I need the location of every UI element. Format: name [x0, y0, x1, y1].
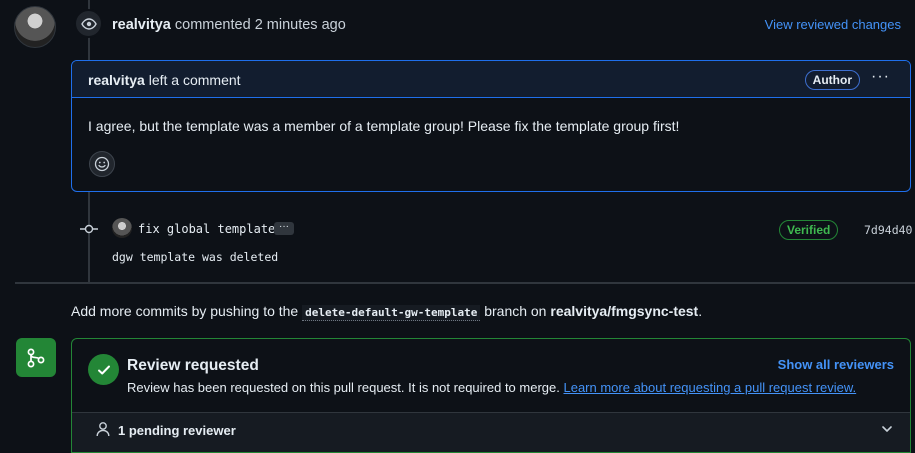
comment-body: I agree, but the template was a member o…	[88, 118, 680, 134]
git-commit-icon	[80, 222, 98, 238]
git-merge-icon	[16, 338, 56, 377]
review-description: Review has been requested on this pull r…	[127, 380, 856, 395]
verified-badge[interactable]: Verified	[779, 220, 839, 240]
timeline-divider	[15, 282, 915, 284]
branch-name[interactable]: delete-default-gw-template	[302, 305, 481, 321]
author-badge: Author	[804, 70, 860, 90]
review-status-box: Review requested Show all reviewers Revi…	[71, 338, 911, 453]
comment-options-button[interactable]: ···	[871, 68, 890, 86]
commit-expand-button[interactable]: ···	[274, 222, 294, 235]
review-event-header: realvitya commented 2 minutes ago	[112, 17, 346, 33]
comment-box: realvitya left a comment Author ··· I ag…	[71, 60, 911, 192]
add-commits-middle: branch on	[484, 303, 547, 319]
commit-description: dgw template was deleted	[112, 250, 279, 264]
add-commits-hint: Add more commits by pushing to the delet…	[71, 303, 703, 321]
smiley-icon	[94, 156, 110, 172]
comment-action: left a comment	[148, 72, 241, 88]
commit-title-link[interactable]: fix global template	[138, 222, 275, 236]
merge-connector-line	[71, 348, 72, 453]
commit-sha-link[interactable]: 7d94d40	[864, 223, 912, 237]
add-commits-prefix: Add more commits by pushing to the	[71, 303, 299, 319]
show-all-reviewers-link[interactable]: Show all reviewers	[778, 357, 894, 372]
repo-link[interactable]: realvitya/fmgsync-test	[550, 303, 698, 319]
check-icon	[88, 354, 119, 385]
comment-header: realvitya left a comment Author ···	[72, 61, 910, 98]
add-commits-suffix: .	[698, 303, 703, 319]
event-time[interactable]: 2 minutes ago	[255, 17, 346, 33]
eye-icon	[74, 9, 103, 38]
person-icon	[96, 421, 110, 440]
add-reaction-button[interactable]	[89, 151, 115, 177]
learn-more-link[interactable]: Learn more about requesting a pull reque…	[563, 380, 856, 395]
chevron-down-icon	[880, 422, 894, 439]
pending-reviewers-toggle[interactable]: 1 pending reviewer	[72, 412, 910, 452]
comment-author-line: realvitya left a comment	[88, 72, 241, 88]
review-requested-title: Review requested	[127, 357, 259, 374]
pending-reviewer-count: 1 pending reviewer	[118, 423, 236, 438]
avatar[interactable]	[14, 6, 56, 48]
event-action: commented	[174, 17, 251, 33]
view-reviewed-changes-link[interactable]: View reviewed changes	[765, 17, 901, 32]
commit-author-avatar[interactable]	[112, 218, 132, 238]
comment-author-name[interactable]: realvitya	[88, 72, 145, 88]
review-description-text: Review has been requested on this pull r…	[127, 380, 560, 395]
comment-author-link[interactable]: realvitya	[112, 17, 171, 33]
